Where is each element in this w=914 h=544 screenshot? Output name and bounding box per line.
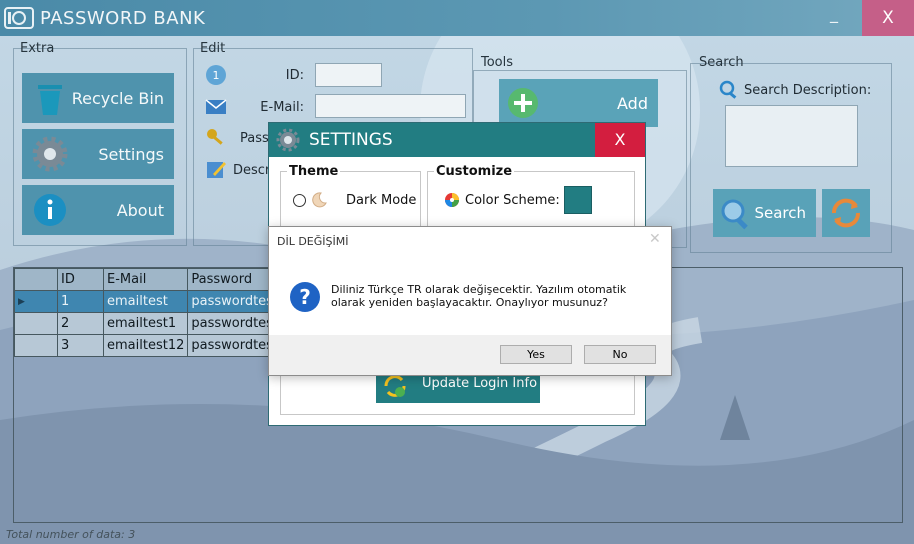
- cell-email[interactable]: emailtest12: [102, 334, 189, 357]
- email-field[interactable]: [315, 94, 466, 118]
- add-label: Add: [617, 94, 648, 113]
- cell-id[interactable]: 1: [57, 290, 104, 313]
- cell-email[interactable]: emailtest: [102, 290, 189, 313]
- update-login-label: Update Login Info: [422, 376, 538, 391]
- moon-icon: [312, 192, 327, 208]
- search-group-label: Search: [699, 55, 744, 70]
- settings-button[interactable]: Settings: [22, 129, 174, 179]
- search-button-label: Search: [754, 204, 806, 222]
- yes-button[interactable]: Yes: [500, 345, 572, 364]
- table-row[interactable]: ▶ 1 emailtest passwordtest: [14, 290, 299, 313]
- settings-label: Settings: [98, 145, 164, 164]
- table-row[interactable]: 2 emailtest1 passwordtest1: [14, 312, 299, 335]
- settings-gear-icon: [276, 128, 300, 152]
- dark-mode-radio[interactable]: [293, 194, 306, 207]
- dialog-close-button[interactable]: ✕: [649, 231, 661, 247]
- language-change-dialog: DİL DEĞİŞİMİ ✕ ? Diliniz Türkçe TR olara…: [268, 226, 672, 376]
- color-scheme-label: Color Scheme:: [465, 193, 560, 208]
- customize-group-label: Customize: [434, 164, 515, 179]
- minimize-button[interactable]: _: [822, 4, 846, 30]
- cell-id[interactable]: 3: [57, 334, 104, 357]
- description-label: Descri: [233, 163, 274, 178]
- row-selector[interactable]: ▶: [14, 290, 58, 313]
- pencil-icon: [207, 162, 226, 178]
- recycle-bin-button[interactable]: Recycle Bin: [22, 73, 174, 123]
- refresh-check-icon: [384, 375, 406, 397]
- dialog-footer: Yes No: [269, 335, 671, 375]
- trash-icon: [38, 85, 62, 115]
- magnifier-icon: [719, 80, 737, 99]
- add-button[interactable]: Add: [499, 79, 658, 127]
- table-header: ID E-Mail Password: [14, 268, 299, 291]
- search-input[interactable]: [725, 105, 858, 167]
- no-button[interactable]: No: [584, 345, 656, 364]
- dark-mode-label: Dark Mode: [346, 193, 417, 208]
- table-row[interactable]: 3 emailtest12 passwordtest12: [14, 334, 299, 357]
- header-id[interactable]: ID: [57, 268, 104, 291]
- refresh-icon: [831, 198, 861, 228]
- edit-group-label: Edit: [200, 41, 226, 56]
- header-selector: [14, 268, 58, 291]
- row-selector[interactable]: [14, 334, 58, 357]
- password-label: Pass: [240, 131, 269, 146]
- plus-icon: [508, 88, 538, 118]
- svg-text:?: ?: [299, 285, 311, 309]
- row-selector[interactable]: [14, 312, 58, 335]
- search-button[interactable]: Search: [713, 189, 816, 237]
- settings-title-bar: SETTINGS X: [269, 123, 645, 157]
- theme-group-label: Theme: [287, 164, 341, 179]
- color-wheel-icon: [445, 193, 459, 207]
- cell-id[interactable]: 2: [57, 312, 104, 335]
- info-icon: [34, 194, 66, 226]
- search-icon: [721, 199, 748, 230]
- id-icon: 1: [206, 65, 226, 85]
- settings-close-button[interactable]: X: [595, 123, 645, 157]
- about-button[interactable]: About: [22, 185, 174, 235]
- settings-title: SETTINGS: [309, 130, 393, 150]
- title-bar: PASSWORD BANK _ X: [0, 0, 914, 36]
- cell-email[interactable]: emailtest1: [102, 312, 189, 335]
- app-close-button[interactable]: X: [862, 0, 914, 36]
- gear-icon: [32, 136, 68, 172]
- email-icon: [205, 99, 227, 114]
- app-title: PASSWORD BANK: [40, 8, 206, 29]
- email-label: E-Mail:: [260, 100, 304, 115]
- dialog-title: DİL DEĞİŞİMİ: [277, 235, 349, 248]
- vault-icon: [4, 7, 34, 29]
- total-count-text: Total number of data: 3: [6, 528, 136, 541]
- extra-group-label: Extra: [20, 41, 55, 56]
- data-table: ID E-Mail Password ▶ 1 emailtest passwor…: [14, 268, 299, 357]
- key-icon: [207, 129, 223, 145]
- tools-group-label: Tools: [481, 55, 514, 70]
- color-scheme-swatch[interactable]: [564, 186, 592, 214]
- search-description-label: Search Description:: [744, 83, 872, 98]
- id-field[interactable]: [315, 63, 382, 87]
- recycle-bin-label: Recycle Bin: [71, 89, 164, 108]
- header-email[interactable]: E-Mail: [102, 268, 189, 291]
- about-label: About: [116, 201, 164, 220]
- id-label: ID:: [285, 68, 304, 83]
- question-icon: ?: [290, 282, 320, 312]
- refresh-button[interactable]: [822, 189, 870, 237]
- svg-text:1: 1: [213, 69, 220, 82]
- dialog-message: Diliniz Türkçe TR olarak değişecektir. Y…: [331, 283, 627, 309]
